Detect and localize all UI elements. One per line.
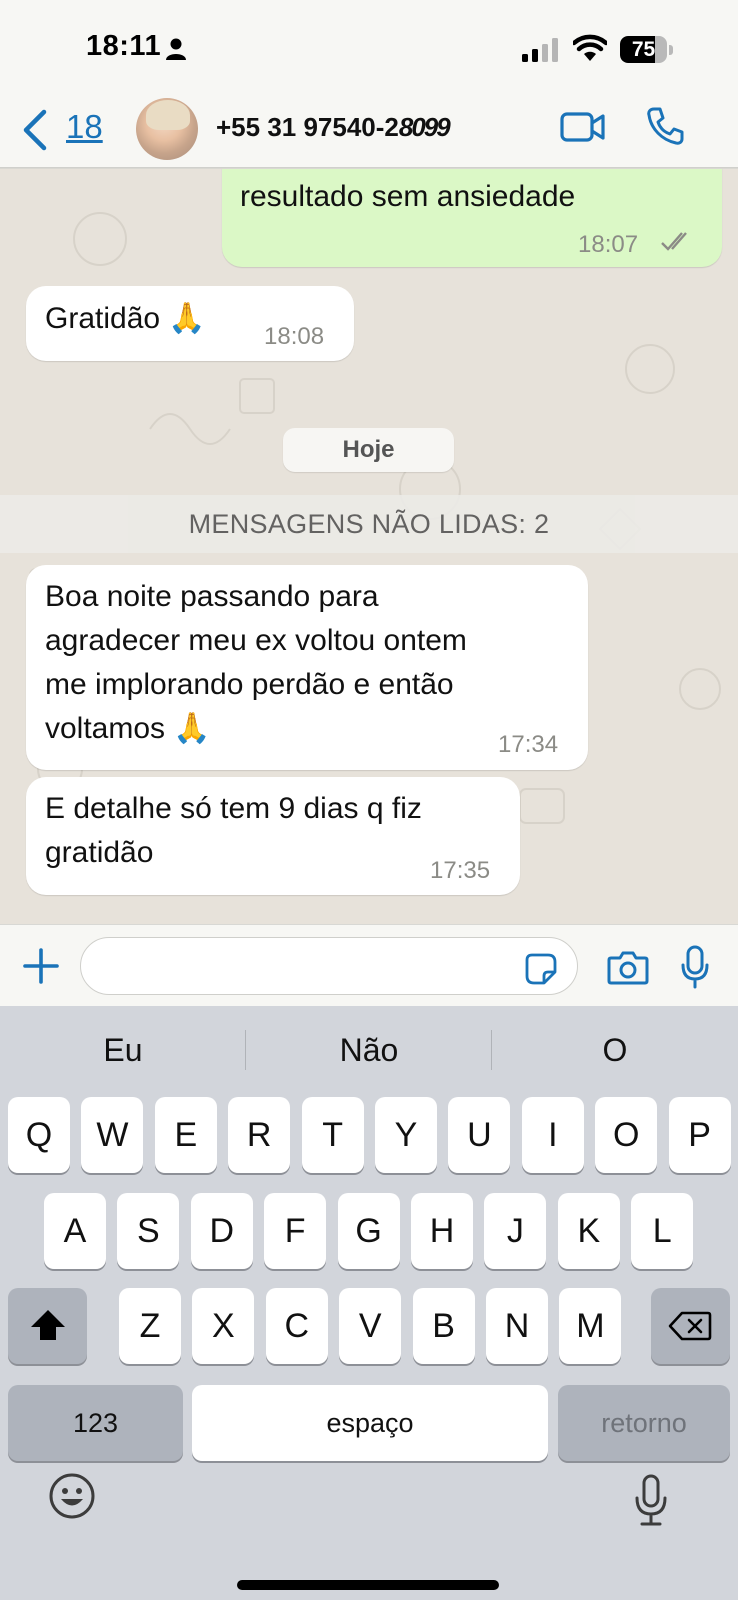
suggestion-2[interactable]: Não [246, 1006, 492, 1094]
emoji-icon[interactable] [48, 1472, 96, 1520]
message-text: gratidão [45, 836, 154, 869]
person-icon [166, 38, 186, 60]
chat-area[interactable]: resultado sem ansiedade 18:07 Gratidão 🙏… [0, 169, 738, 924]
suggestion-3[interactable]: O [492, 1006, 738, 1094]
chat-header: 18 +55 31 97540-28099 [0, 98, 738, 168]
key-h[interactable]: H [411, 1193, 473, 1269]
message-composer [0, 924, 738, 1006]
key-u[interactable]: U [448, 1097, 511, 1173]
space-key[interactable]: espaço [192, 1385, 548, 1461]
read-receipt-icon [661, 232, 687, 251]
key-m[interactable]: M [559, 1288, 622, 1364]
key-d[interactable]: D [190, 1193, 253, 1269]
backspace-key[interactable] [651, 1288, 730, 1364]
key-q[interactable]: Q [8, 1097, 70, 1173]
battery-indicator: 75 [620, 36, 673, 63]
redacted-scribble: 8099 [398, 112, 451, 142]
shift-key[interactable] [8, 1288, 87, 1364]
microphone-icon[interactable] [680, 945, 710, 989]
date-separator: Hoje [283, 428, 454, 472]
key-r[interactable]: R [228, 1097, 291, 1173]
key-o[interactable]: O [595, 1097, 658, 1173]
key-i[interactable]: I [521, 1097, 584, 1173]
key-s[interactable]: S [117, 1193, 180, 1269]
back-chevron-icon[interactable] [20, 108, 50, 152]
suggestion-bar: Eu Não O [0, 1006, 738, 1094]
suggestion-1[interactable]: Eu [0, 1006, 246, 1094]
message-time: 18:08 [264, 323, 325, 350]
status-bar: 18:11 75 [0, 0, 738, 98]
back-unread-count[interactable]: 18 [66, 108, 103, 146]
message-text: agradecer meu ex voltou ontem [45, 624, 467, 657]
key-n[interactable]: N [486, 1288, 548, 1364]
key-f[interactable]: F [264, 1193, 327, 1269]
key-g[interactable]: G [337, 1193, 400, 1269]
shift-arrow-icon [31, 1310, 65, 1340]
wifi-icon [573, 34, 607, 61]
phone-call-icon[interactable] [646, 106, 684, 146]
key-t[interactable]: T [301, 1097, 364, 1173]
dictation-microphone-icon[interactable] [634, 1474, 668, 1526]
message-text: resultado sem ansiedade [240, 180, 576, 213]
message-text: me implorando perdão e então [45, 668, 454, 701]
message-time: 17:35 [430, 857, 491, 884]
key-x[interactable]: X [192, 1288, 255, 1364]
cellular-signal-icon [522, 38, 558, 62]
message-text: Boa noite passando para [45, 580, 379, 613]
key-z[interactable]: Z [119, 1288, 181, 1364]
message-text: Gratidão 🙏 [45, 302, 206, 335]
key-w[interactable]: W [81, 1097, 144, 1173]
avatar[interactable] [136, 98, 198, 160]
message-bubble-incoming[interactable]: Gratidão 🙏 18:08 [26, 286, 354, 361]
keyboard: Eu Não O QWERTYUIOPASDFGHJKLZXCVBNM 123 … [0, 1006, 738, 1600]
key-j[interactable]: J [484, 1193, 547, 1269]
message-bubble-outgoing[interactable]: resultado sem ansiedade 18:07 [222, 169, 722, 267]
key-y[interactable]: Y [375, 1097, 437, 1173]
key-a[interactable]: A [44, 1193, 106, 1269]
message-bubble-incoming[interactable]: E detalhe só tem 9 dias q fiz gratidão 1… [26, 777, 520, 895]
numbers-key[interactable]: 123 [8, 1385, 183, 1461]
return-key[interactable]: retorno [558, 1385, 730, 1461]
key-v[interactable]: V [339, 1288, 402, 1364]
message-input[interactable] [80, 937, 578, 995]
key-k[interactable]: K [557, 1193, 620, 1269]
key-e[interactable]: E [154, 1097, 217, 1173]
message-time: 17:34 [498, 731, 559, 758]
plus-icon[interactable] [22, 947, 60, 985]
key-p[interactable]: P [668, 1097, 731, 1173]
message-text: E detalhe só tem 9 dias q fiz [45, 792, 422, 825]
sticker-icon[interactable] [524, 952, 558, 986]
unread-messages-banner: MENSAGENS NÃO LIDAS: 2 [0, 495, 738, 553]
message-text: voltamos 🙏 [45, 712, 211, 745]
contact-name[interactable]: +55 31 97540-28099 [216, 112, 451, 143]
status-time: 18:11 [86, 30, 162, 62]
battery-level: 75 [631, 38, 656, 61]
backspace-icon [668, 1311, 712, 1341]
key-b[interactable]: B [412, 1288, 475, 1364]
key-c[interactable]: C [265, 1288, 328, 1364]
message-time: 18:07 [578, 231, 639, 258]
home-indicator[interactable] [237, 1580, 499, 1590]
message-bubble-incoming[interactable]: Boa noite passando para agradecer meu ex… [26, 565, 588, 770]
key-l[interactable]: L [631, 1193, 694, 1269]
video-call-icon[interactable] [560, 110, 606, 144]
camera-icon[interactable] [607, 949, 649, 985]
